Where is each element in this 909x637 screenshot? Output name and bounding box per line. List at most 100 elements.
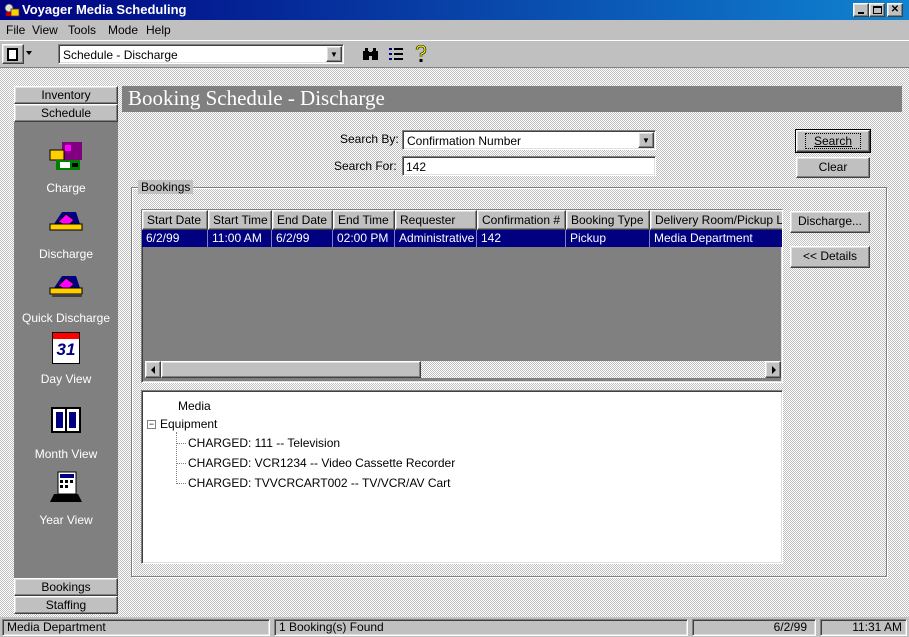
clear-button[interactable]: Clear [796,157,870,178]
tree-connector [176,443,186,444]
scroll-thumb[interactable] [161,361,421,378]
status-bar: Media Department 1 Booking(s) Found 6/2/… [0,617,909,637]
cell-end-date: 6/2/99 [272,230,333,247]
cell-requester: Administrative [395,230,477,247]
find-binoculars-icon[interactable] [362,47,380,61]
nav-day-view[interactable]: 31 Day View [14,332,118,386]
status-time: 11:31 AM [820,619,907,636]
tree-item[interactable]: CHARGED: 111 -- Television [188,436,340,450]
arrow-left-icon [151,366,155,374]
search-by-value: Confirmation Number [407,134,522,148]
calendar-day-number: 31 [56,340,76,359]
search-by-select[interactable]: Confirmation Number ▼ [402,130,656,150]
search-by-label: Search By: [340,132,399,146]
nav-year-view-label: Year View [39,513,93,527]
app-icon [4,3,20,17]
nav-quick-discharge[interactable]: Quick Discharge [14,268,118,325]
nav-charge[interactable]: Charge [14,138,118,195]
cell-end-time: 02:00 PM [333,230,395,247]
nav-month-view-label: Month View [34,447,98,461]
scroll-left-button[interactable] [145,361,161,378]
chevron-down-icon[interactable]: ▼ [638,132,654,148]
menu-tools[interactable]: Tools [68,23,96,37]
bookings-grid[interactable]: Start Date Start Time End Date End Time … [141,209,783,383]
nav-charge-label: Charge [46,181,86,195]
details-button[interactable]: << Details [790,246,870,268]
tree-collapse-icon[interactable]: − [147,420,156,429]
chevron-down-icon[interactable]: ▼ [326,46,342,62]
grid-horizontal-scrollbar[interactable] [145,361,781,378]
discharge-icon [49,212,83,231]
close-button[interactable]: ✕ [887,3,903,17]
arrow-right-icon [772,366,776,374]
tree-item[interactable]: CHARGED: TVVCRCART002 -- TV/VCR/AV Cart [188,476,451,490]
calendar-year-icon [50,471,82,502]
search-for-label: Search For: [334,159,397,173]
nav-schedule-button[interactable]: Schedule [14,104,118,122]
status-department: Media Department [2,619,270,636]
toolbar: Schedule - Discharge ▼ [0,40,909,68]
window-title: Voyager Media Scheduling [22,2,187,17]
grid-header-booking-type[interactable]: Booking Type [566,210,650,230]
grid-header-end-date[interactable]: End Date [272,210,333,230]
grid-header-start-date[interactable]: Start Date [142,210,208,230]
minimize-button[interactable] [853,3,869,17]
cell-booking-type: Pickup [566,230,650,247]
tree-group-equipment[interactable]: Equipment [160,417,217,431]
menu-file[interactable]: File [6,23,25,37]
search-for-value: 142 [406,160,427,174]
grid-header-end-time[interactable]: End Time [333,210,395,230]
menu-bar: File View Tools Mode Help [0,20,909,40]
search-for-input[interactable]: 142 [402,156,656,176]
view-combo-value: Schedule - Discharge [63,48,178,62]
bookings-group-label: Bookings [138,180,194,194]
list-view-icon[interactable] [388,46,404,62]
tree-connector [176,483,186,484]
new-button[interactable] [2,44,24,64]
menu-help[interactable]: Help [146,23,171,37]
nav-bookings-button[interactable]: Bookings [14,578,118,596]
cell-confirmation: 142 [477,230,566,247]
nav-year-view[interactable]: Year View [14,470,118,527]
maximize-button[interactable] [869,3,885,17]
title-bar[interactable]: Voyager Media Scheduling ✕ [0,0,909,20]
menu-view[interactable]: View [32,23,58,37]
navigation-pane: Inventory Schedule Charge Discharge Quic… [14,86,118,614]
media-tree[interactable]: Media − Equipment CHARGED: 111 -- Televi… [141,390,783,564]
nav-discharge[interactable]: Discharge [14,204,118,261]
grid-header-start-time[interactable]: Start Time [208,210,272,230]
tree-connector [176,432,177,484]
nav-inventory-button[interactable]: Inventory [14,86,118,104]
new-dropdown-arrow[interactable] [26,51,32,55]
cell-start-time: 11:00 AM [208,230,272,247]
cell-delivery-room: Media Department [654,231,753,245]
minimize-icon [858,12,864,14]
quick-discharge-icon [49,276,83,297]
tree-root-media[interactable]: Media [178,399,211,413]
discharge-button[interactable]: Discharge... [790,211,870,233]
search-button-label: Search [804,133,862,149]
search-button[interactable]: Search [795,129,871,153]
nav-day-view-label: Day View [40,372,92,386]
view-combo[interactable]: Schedule - Discharge ▼ [58,44,344,64]
nav-quick-discharge-label: Quick Discharge [21,311,111,325]
tree-item[interactable]: CHARGED: VCR1234 -- Video Cassette Recor… [188,456,455,470]
calendar-day-icon: 31 [48,332,84,366]
charge-icon [49,142,82,170]
page-title: Booking Schedule - Discharge [122,86,902,112]
scroll-right-button[interactable] [765,361,781,378]
calendar-month-icon [51,407,81,433]
nav-staffing-button[interactable]: Staffing [14,596,118,614]
grid-header-requester[interactable]: Requester [395,210,477,230]
menu-mode[interactable]: Mode [108,23,138,37]
new-document-icon [7,48,18,61]
grid-header-delivery-room[interactable]: Delivery Room/Pickup L [650,210,782,230]
grid-header-confirmation[interactable]: Confirmation # [477,210,566,230]
status-date: 6/2/99 [692,619,816,636]
maximize-icon [872,6,882,14]
nav-month-view[interactable]: Month View [14,404,118,461]
table-row[interactable]: 6/2/99 11:00 AM 6/2/99 02:00 PM Administ… [142,230,782,247]
tree-connector [176,463,186,464]
close-icon: ✕ [890,4,900,15]
help-question-icon[interactable] [414,45,428,63]
